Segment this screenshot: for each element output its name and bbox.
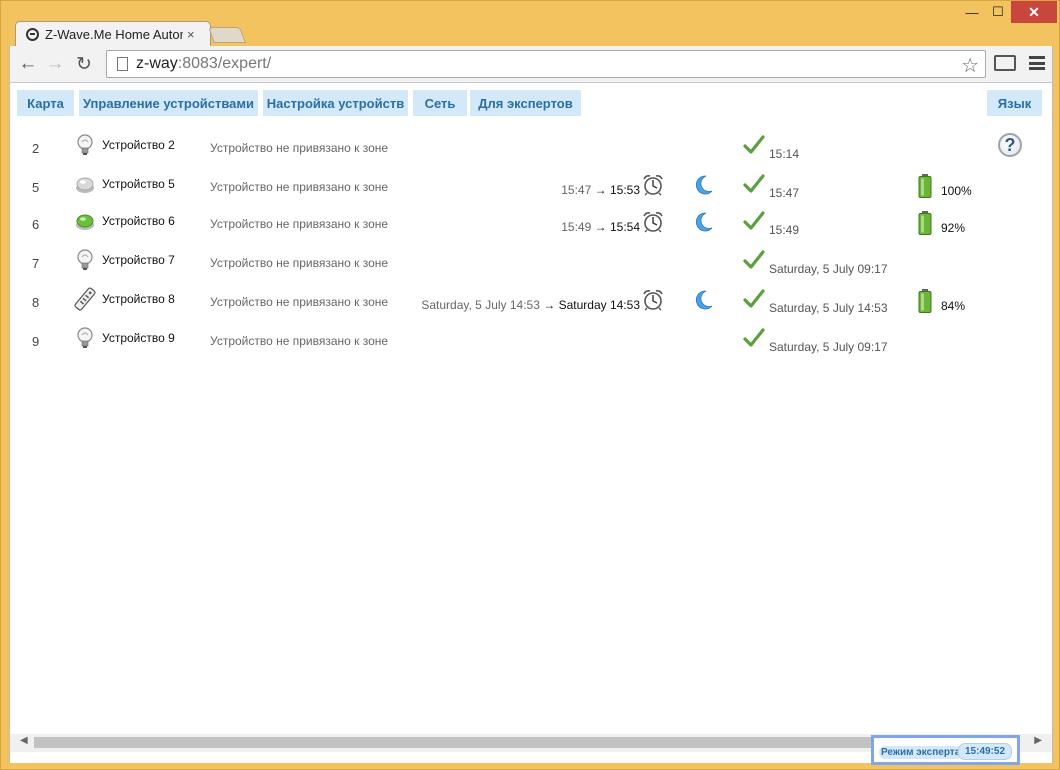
last-update: 15:47 xyxy=(769,186,800,200)
wakeup-arrow: → xyxy=(543,298,556,312)
last-update: Saturday, 5 July 09:17 xyxy=(769,262,888,276)
url-host: z-way xyxy=(136,55,178,72)
menu-device-setup[interactable]: Настройка устройств xyxy=(263,90,408,116)
wakeup-times: 15:49 → 15:54 xyxy=(561,220,640,234)
remote-icon xyxy=(74,287,96,311)
moon-icon xyxy=(694,289,714,311)
device-row[interactable]: 8 Устройство 8 Устройство не привязано к з… xyxy=(10,287,1054,315)
button-green-icon xyxy=(74,209,96,233)
forward-icon[interactable]: → xyxy=(43,52,67,76)
last-update: 15:14 xyxy=(769,147,800,161)
wakeup-last: 15:47 xyxy=(561,183,592,197)
browser-menu-icon[interactable] xyxy=(1029,56,1045,70)
back-icon[interactable]: ← xyxy=(16,52,40,76)
menu-language[interactable]: Язык xyxy=(987,90,1042,116)
wakeup-next: 15:54 xyxy=(609,220,640,234)
wakeup-next: Saturday 14:53 xyxy=(558,298,640,312)
battery-level: 100% xyxy=(941,184,972,198)
status-panel: Режим эксперта 15:49:52 xyxy=(871,735,1020,765)
bulb-icon xyxy=(74,326,96,350)
wakeup-times: Saturday, 5 July 14:53 → Saturday 14:53 xyxy=(421,298,640,312)
scrollbar-thumb[interactable] xyxy=(34,737,884,748)
alarm-clock-icon[interactable] xyxy=(641,289,665,311)
browser-tab[interactable]: Z-Wave.Me Home Autom × xyxy=(15,21,211,47)
battery-icon xyxy=(918,174,932,198)
check-icon xyxy=(743,328,765,348)
wakeup-arrow: → xyxy=(594,220,607,234)
device-id: 8 xyxy=(32,295,40,310)
wakeup-times: 15:47 → 15:53 xyxy=(561,183,640,197)
device-name: Устройство 9 xyxy=(102,331,175,345)
expert-mode-button[interactable]: Режим эксперта xyxy=(879,746,963,759)
device-id: 9 xyxy=(32,334,40,349)
bookmark-star-icon[interactable]: ☆ xyxy=(961,53,979,78)
address-bar[interactable]: z-way:8083/expert/ ☆ xyxy=(106,50,986,78)
device-zone: Устройство не привязано к зоне xyxy=(210,334,389,348)
bulb-icon xyxy=(74,248,96,272)
device-row[interactable]: 6 Устройство 6 Устройство не привязано к з… xyxy=(10,209,1054,237)
check-icon xyxy=(743,135,765,155)
check-icon xyxy=(743,250,765,270)
cast-icon[interactable] xyxy=(994,55,1016,71)
check-icon xyxy=(743,174,765,194)
device-row[interactable]: 2 Устройство 2 Устройство не привязано к з… xyxy=(10,133,1054,161)
moon-icon xyxy=(694,174,714,196)
browser-toolbar: ← → ↻ z-way:8083/expert/ ☆ xyxy=(9,46,1053,82)
wakeup-arrow: → xyxy=(594,183,607,197)
moon-icon xyxy=(694,211,714,233)
device-zone: Устройство не привязано к зоне xyxy=(210,217,389,231)
device-row[interactable]: 5 Устройство 5 Устройство не привязано к з… xyxy=(10,172,1054,200)
device-id: 2 xyxy=(32,141,40,156)
wakeup-next: 15:53 xyxy=(609,183,640,197)
battery-icon xyxy=(918,289,932,313)
check-icon xyxy=(743,211,765,231)
battery-level: 84% xyxy=(941,299,966,313)
last-update: Saturday, 5 July 14:53 xyxy=(769,301,888,315)
device-row[interactable]: 9 Устройство 9 Устройство не привязано к з… xyxy=(10,326,1054,354)
close-button[interactable]: ✕ xyxy=(1011,1,1057,23)
last-update: 15:49 xyxy=(769,223,800,237)
minimize-button[interactable]: — xyxy=(959,1,985,23)
device-name: Устройство 2 xyxy=(102,138,175,152)
wakeup-last: 15:49 xyxy=(561,220,592,234)
clock-display: 15:49:52 xyxy=(958,743,1012,760)
device-zone: Устройство не привязано к зоне xyxy=(210,295,389,309)
page-icon xyxy=(117,57,128,71)
check-icon xyxy=(743,289,765,309)
alarm-clock-icon[interactable] xyxy=(641,211,665,233)
device-zone: Устройство не привязано к зоне xyxy=(210,141,389,155)
browser-window: — ☐ ✕ Z-Wave.Me Home Autom × ← → ↻ z-way… xyxy=(0,0,1060,770)
device-id: 5 xyxy=(32,180,40,195)
tab-title: Z-Wave.Me Home Autom xyxy=(45,27,183,42)
tab-close-icon[interactable]: × xyxy=(187,27,195,42)
menu-device-management[interactable]: Управление устройствами xyxy=(79,90,258,116)
scroll-right-icon[interactable]: ▶ xyxy=(1034,735,1042,746)
device-row[interactable]: 7 Устройство 7 Устройство не привязано к з… xyxy=(10,248,1054,276)
device-name: Устройство 8 xyxy=(102,292,175,306)
reload-icon[interactable]: ↻ xyxy=(72,52,96,76)
scroll-left-icon[interactable]: ◀ xyxy=(20,735,28,746)
page-content: Карта Управление устройствами Настройка … xyxy=(9,82,1053,734)
button-gray-icon xyxy=(74,172,96,196)
device-name: Устройство 6 xyxy=(102,214,175,228)
alarm-clock-icon[interactable] xyxy=(641,174,665,196)
last-update: Saturday, 5 July 09:17 xyxy=(769,340,888,354)
battery-icon xyxy=(918,211,932,235)
wakeup-last: Saturday, 5 July 14:53 xyxy=(421,298,540,312)
device-id: 6 xyxy=(32,217,40,232)
device-name: Устройство 5 xyxy=(102,177,175,191)
new-tab-button[interactable] xyxy=(208,27,246,43)
url-path: :8083/expert/ xyxy=(177,55,272,72)
device-id: 7 xyxy=(32,256,40,271)
zwave-favicon-icon xyxy=(26,28,39,41)
menu-map[interactable]: Карта xyxy=(17,90,74,116)
bulb-icon xyxy=(74,133,96,157)
battery-level: 92% xyxy=(941,221,966,235)
device-zone: Устройство не привязано к зоне xyxy=(210,256,389,270)
menu-network[interactable]: Сеть xyxy=(413,90,467,116)
device-name: Устройство 7 xyxy=(102,253,175,267)
device-zone: Устройство не привязано к зоне xyxy=(210,180,389,194)
maximize-button[interactable]: ☐ xyxy=(985,1,1011,23)
menu-for-experts[interactable]: Для экспертов xyxy=(470,90,581,116)
